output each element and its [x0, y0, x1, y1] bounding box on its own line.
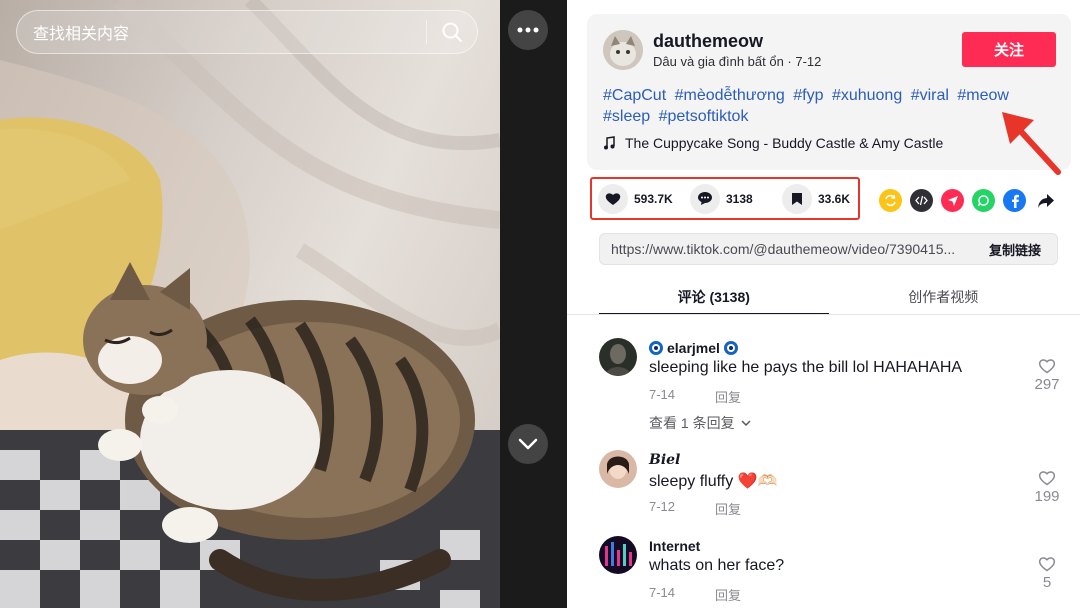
comment-meta: 7-12 回复 — [649, 499, 741, 518]
chevron-down-icon — [518, 438, 538, 450]
hashtag-link[interactable]: #petsoftiktok — [659, 108, 749, 125]
hashtag-link[interactable]: #viral — [911, 87, 949, 104]
hashtag-link[interactable]: #xuhuong — [832, 87, 902, 104]
cat-avatar-icon — [603, 30, 643, 70]
tab-creator-videos[interactable]: 创作者视频 — [829, 283, 1059, 315]
engagement-stats: 593.7K 3138 33.6K — [590, 177, 860, 220]
content-tabs: 评论 (3138) 创作者视频 — [599, 283, 1058, 315]
video-player[interactable]: 查找相关内容 — [0, 0, 567, 608]
follow-button[interactable]: 关注 — [962, 32, 1056, 67]
facebook-icon[interactable] — [1003, 189, 1026, 212]
commenter-username: elarjmel — [667, 340, 720, 356]
comment-text: sleepy fluffy ❤️🫶🏻 — [649, 473, 778, 490]
view-replies-label: 查看 1 条回复 — [649, 415, 735, 431]
copy-link-button[interactable]: 复制链接 — [973, 240, 1057, 259]
favorite-stat[interactable]: 33.6K — [782, 183, 868, 214]
search-input[interactable]: 查找相关内容 — [17, 20, 426, 44]
share-icons-row — [879, 189, 1057, 212]
comment-bubble-icon[interactable] — [690, 183, 720, 214]
hashtag-link[interactable]: #sleep — [603, 108, 650, 125]
comment-count: 3138 — [726, 191, 753, 206]
embed-icon[interactable] — [910, 189, 933, 212]
commenter-avatar[interactable] — [599, 338, 637, 376]
comment-stat[interactable]: 3138 — [690, 183, 776, 214]
tabs-divider — [567, 314, 1080, 315]
video-frame[interactable] — [0, 0, 500, 608]
hashtag-link[interactable]: #meow — [957, 87, 1009, 104]
comment-like-count: 297 — [1034, 376, 1060, 393]
comment-like-count: 5 — [1042, 574, 1052, 591]
hashtag-list: #CapCut #mèodễthương #fyp #xuhuong #vira… — [603, 85, 1023, 127]
video-url[interactable]: https://www.tiktok.com/@dauthemeow/video… — [600, 241, 973, 257]
reply-button[interactable]: 回复 — [715, 499, 741, 518]
video-side-strip — [500, 0, 567, 608]
favorite-count: 33.6K — [818, 191, 851, 206]
chevron-down-icon — [741, 420, 751, 426]
comment-like-button[interactable]: 199 — [1031, 470, 1063, 505]
author-name[interactable]: dauthemeow — [653, 31, 763, 52]
heart-outline-icon — [1038, 557, 1056, 572]
search-bar[interactable]: 查找相关内容 — [16, 10, 478, 54]
comment-date: 7-14 — [649, 387, 676, 402]
next-video-button[interactable] — [508, 424, 548, 464]
heart-outline-icon — [1038, 471, 1056, 486]
comment-date: 7-12 — [649, 499, 676, 514]
commenter-avatar[interactable] — [599, 450, 637, 488]
author-avatar[interactable] — [603, 30, 643, 70]
reply-button[interactable]: 回复 — [715, 387, 741, 406]
commenter-name[interactable]: elarjmel — [649, 340, 738, 356]
red-annotation-arrow-icon — [1002, 112, 1061, 175]
video-link-box: https://www.tiktok.com/@dauthemeow/video… — [599, 233, 1058, 265]
commenter-name[interactable]: 𝑩𝒊𝒆𝒍 — [649, 452, 680, 468]
commenter-username: Internet — [649, 538, 701, 554]
comment-item: elarjmel sleeping like he pays the bill … — [599, 338, 1069, 433]
like-stat[interactable]: 593.7K — [598, 183, 684, 214]
author-subtitle: Dâu và gia đình bất ổn · 7-12 — [653, 54, 822, 69]
comment-like-button[interactable]: 5 — [1031, 556, 1063, 591]
commenter-name[interactable]: Internet — [649, 538, 700, 554]
music-note-icon — [604, 136, 615, 150]
music-row[interactable]: The Cuppycake Song - Buddy Castle & Amy … — [603, 135, 943, 151]
comment-meta: 7-14 回复 — [649, 585, 741, 604]
send-icon[interactable] — [941, 189, 964, 212]
nazar-eye-icon — [723, 341, 738, 355]
tab-comments[interactable]: 评论 (3138) — [599, 283, 829, 315]
comment-item: Internet whats on her face? 7-14 回复 5 — [599, 536, 1069, 608]
like-count: 593.7K — [634, 191, 673, 206]
whatsapp-icon[interactable] — [972, 189, 995, 212]
search-button[interactable] — [427, 10, 477, 54]
commenter-username: 𝑩𝒊𝒆𝒍 — [649, 452, 681, 468]
heart-icon[interactable] — [598, 183, 628, 214]
search-icon — [442, 22, 462, 42]
sleeping-cat-video-image — [0, 0, 500, 608]
comment-like-button[interactable]: 297 — [1031, 358, 1063, 393]
nazar-eye-icon — [649, 341, 663, 355]
more-options-button[interactable] — [508, 10, 548, 50]
repost-icon[interactable] — [879, 189, 902, 212]
hashtag-link[interactable]: #fyp — [793, 87, 823, 104]
comment-item: 𝑩𝒊𝒆𝒍 sleepy fluffy ❤️🫶🏻 7-12 回复 199 — [599, 450, 1069, 520]
reply-button[interactable]: 回复 — [715, 585, 741, 604]
comment-text: whats on her face? — [649, 557, 785, 574]
view-replies-button[interactable]: 查看 1 条回复 — [649, 413, 751, 433]
bookmark-icon[interactable] — [782, 183, 812, 214]
comment-like-count: 199 — [1034, 488, 1060, 505]
share-arrow-icon[interactable] — [1034, 189, 1057, 212]
hashtag-link[interactable]: #CapCut — [603, 87, 666, 104]
heart-outline-icon — [1038, 359, 1056, 374]
commenter-avatar[interactable] — [599, 536, 637, 574]
music-title: The Cuppycake Song - Buddy Castle & Amy … — [625, 135, 944, 151]
more-dots-icon — [517, 27, 539, 33]
hashtag-link[interactable]: #mèodễthương — [675, 87, 785, 104]
comment-date: 7-14 — [649, 585, 676, 600]
comment-text: sleeping like he pays the bill lol HAHAH… — [649, 359, 963, 376]
comment-meta: 7-14 回复 — [649, 387, 741, 406]
